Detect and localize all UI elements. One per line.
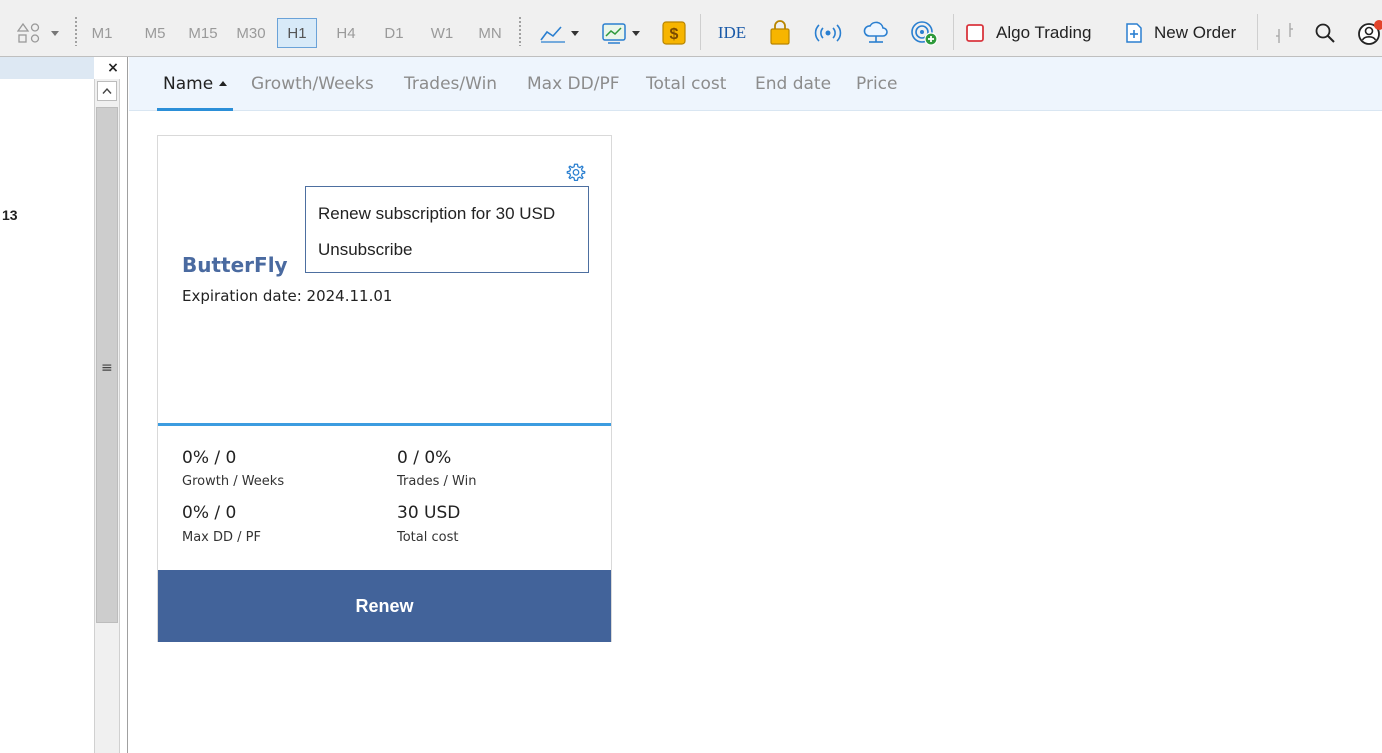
renew-button[interactable]: Renew xyxy=(158,570,611,642)
toolbar-separator xyxy=(1257,14,1258,50)
svg-text:$: $ xyxy=(670,26,679,43)
timeframe-h1[interactable]: H1 xyxy=(277,18,317,48)
navigator-partial-text: 13 xyxy=(2,207,18,223)
scroll-grip-icon: ≡ xyxy=(101,360,113,376)
dollar-signals-button[interactable]: $ xyxy=(658,18,690,48)
objects-button[interactable] xyxy=(12,18,64,48)
timeframe-m5[interactable]: M5 xyxy=(135,18,175,48)
signals-broadcast-icon xyxy=(814,24,842,42)
card-settings-button[interactable] xyxy=(565,162,587,184)
chevron-up-icon xyxy=(102,87,112,94)
new-order-icon xyxy=(1126,23,1142,43)
sort-ascending-icon xyxy=(219,81,228,86)
timeframe-mn[interactable]: MN xyxy=(470,18,510,48)
search-button[interactable] xyxy=(1310,18,1340,48)
toolbar-grip[interactable] xyxy=(518,16,522,46)
tab-trades-win[interactable]: Trades/Win xyxy=(404,74,497,94)
total-cost-value: 30 USD xyxy=(397,503,461,523)
tab-total-cost[interactable]: Total cost xyxy=(646,74,726,94)
scroll-thumb[interactable]: ≡ xyxy=(96,107,118,623)
product-name[interactable]: ButterFly xyxy=(182,253,288,277)
toolbar-separator xyxy=(700,14,701,50)
tab-name-label: Name xyxy=(163,74,214,94)
chevron-down-icon xyxy=(51,30,59,36)
navigator-panel: × 13 ≡ xyxy=(0,57,128,753)
algo-trading-button[interactable]: Algo Trading xyxy=(964,18,1106,48)
sort-tabs-bar: Name Growth/Weeks Trades/Win Max DD/PF T… xyxy=(129,57,1382,111)
toolbar-grip[interactable] xyxy=(74,16,78,46)
radar-plus-icon xyxy=(911,21,938,46)
templates-button[interactable] xyxy=(593,18,647,48)
maxdd-value: 0% / 0 xyxy=(182,503,237,523)
new-order-label: New Order xyxy=(1154,23,1237,42)
gear-icon xyxy=(566,163,586,181)
navigator-panel-header xyxy=(0,57,94,79)
signals-button[interactable] xyxy=(810,18,846,48)
tab-max-dd-pf[interactable]: Max DD/PF xyxy=(527,74,620,94)
crosshair-icon xyxy=(1276,23,1293,43)
timeframe-m30[interactable]: M30 xyxy=(231,18,271,48)
search-icon xyxy=(1315,23,1335,43)
objects-icon xyxy=(17,22,40,43)
tab-end-date[interactable]: End date xyxy=(755,74,831,94)
close-panel-button[interactable]: × xyxy=(104,57,122,79)
growth-value: 0% / 0 xyxy=(182,448,237,468)
scroll-up-button[interactable] xyxy=(97,81,117,101)
chevron-down-icon xyxy=(632,30,640,36)
chevron-down-icon xyxy=(571,30,579,36)
new-order-button[interactable]: New Order xyxy=(1122,18,1248,48)
indicators-icon xyxy=(540,26,565,43)
timeframe-h4[interactable]: H4 xyxy=(326,18,366,48)
close-icon: × xyxy=(107,60,119,76)
card-settings-menu: Renew subscription for 30 USD Unsubscrib… xyxy=(305,186,589,273)
expiration-date: Expiration date: 2024.11.01 xyxy=(182,287,393,305)
toolbar-separator xyxy=(953,14,954,50)
menu-item-renew-subscription[interactable]: Renew subscription for 30 USD xyxy=(318,204,555,224)
profile-icon xyxy=(1358,20,1382,45)
vps-button[interactable] xyxy=(858,18,894,48)
active-tab-indicator xyxy=(157,108,233,111)
timeframe-m1[interactable]: M1 xyxy=(82,18,122,48)
algo-trading-icon xyxy=(966,24,984,42)
timeframe-w1[interactable]: W1 xyxy=(422,18,462,48)
growth-label: Growth / Weeks xyxy=(182,474,285,489)
total-cost-label: Total cost xyxy=(397,530,459,545)
navigator-scrollbar[interactable]: ≡ xyxy=(94,79,120,753)
radar-button[interactable] xyxy=(906,18,942,48)
trades-value: 0 / 0% xyxy=(397,448,452,468)
tab-name[interactable]: Name xyxy=(163,74,228,94)
timeframe-m15[interactable]: M15 xyxy=(183,18,223,48)
dollar-signal-icon: $ xyxy=(662,21,686,45)
tab-price[interactable]: Price xyxy=(856,74,897,94)
card-divider xyxy=(158,423,611,426)
vps-cloud-icon xyxy=(863,21,888,43)
maxdd-label: Max DD / PF xyxy=(182,530,261,545)
tab-growth-weeks[interactable]: Growth/Weeks xyxy=(251,74,374,94)
menu-item-unsubscribe[interactable]: Unsubscribe xyxy=(318,240,413,260)
market-bag-icon xyxy=(770,20,790,45)
main-toolbar: M1 M5 M15 M30 H1 H4 D1 W1 MN $ IDE Algo … xyxy=(0,0,1382,57)
trades-label: Trades / Win xyxy=(397,474,477,489)
ide-button[interactable]: IDE xyxy=(712,18,752,48)
market-button[interactable] xyxy=(764,18,796,48)
timeframe-d1[interactable]: D1 xyxy=(374,18,414,48)
indicators-button[interactable] xyxy=(533,18,585,48)
algo-trading-label: Algo Trading xyxy=(996,23,1092,42)
profile-button[interactable] xyxy=(1354,18,1382,48)
templates-icon xyxy=(602,23,626,44)
crosshair-button[interactable] xyxy=(1268,18,1302,48)
